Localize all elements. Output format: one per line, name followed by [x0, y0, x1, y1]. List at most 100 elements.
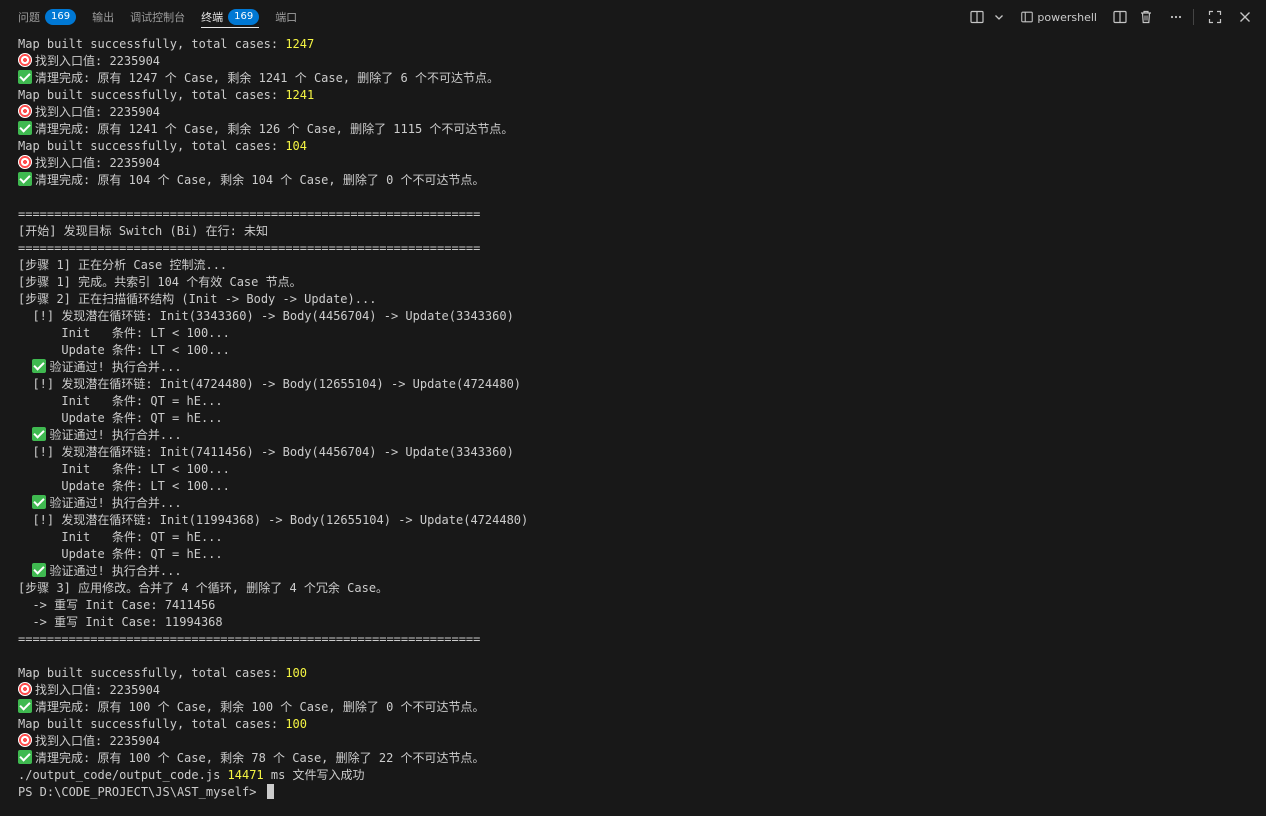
terminal-line: -> 重写 Init Case: 7411456: [18, 597, 1248, 614]
trash-icon[interactable]: [1135, 6, 1157, 28]
panel-tab-bar: 问题 169 输出 调试控制台 终端 169 端口 powershell: [0, 0, 1266, 34]
terminal-line: 清理完成: 原有 104 个 Case, 剩余 104 个 Case, 删除了 …: [18, 172, 1248, 189]
terminal-text: [步骤 1] 完成。共索引 104 个有效 Case 节点。: [18, 275, 302, 289]
terminal-line: -> 重写 Init Case: 11994368: [18, 614, 1248, 631]
terminal-text: [!] 发现潜在循环链: Init(3343360) -> Body(44567…: [18, 309, 514, 323]
terminal-text: [!] 发现潜在循环链: Init(11994368) -> Body(1265…: [18, 513, 529, 527]
terminal-text: Map built successfully, total cases:: [18, 139, 286, 153]
shell-label: powershell: [1037, 10, 1097, 24]
terminal-line: Update 条件: QT = hE...: [18, 410, 1248, 427]
tab-3[interactable]: 终端 169: [193, 0, 267, 34]
tab-0[interactable]: 问题 169: [10, 0, 84, 34]
terminal-line: Map built successfully, total cases: 100: [18, 665, 1248, 682]
terminal-line: Map built successfully, total cases: 124…: [18, 36, 1248, 53]
terminal-line: ========================================…: [18, 631, 1248, 648]
terminal-line: 找到入口值: 2235904: [18, 53, 1248, 70]
terminal-line: 验证通过! 执行合并...: [18, 563, 1248, 580]
terminal-text: Init 条件: QT = hE...: [18, 530, 223, 544]
terminal-text: ========================================…: [18, 241, 481, 255]
terminal-line: 找到入口值: 2235904: [18, 104, 1248, 121]
terminal-text: 验证通过! 执行合并...: [49, 428, 182, 442]
target-icon: [18, 104, 32, 118]
terminal-text: 找到入口值: 2235904: [35, 105, 161, 119]
terminal-text: [步骤 1] 正在分析 Case 控制流...: [18, 258, 228, 272]
target-icon: [18, 53, 32, 67]
terminal-line: 找到入口值: 2235904: [18, 155, 1248, 172]
highlighted-number: 100: [285, 666, 307, 680]
terminal-text: ms 文件写入成功: [263, 768, 365, 782]
highlighted-number: 1241: [285, 88, 315, 102]
terminal-line: Init 条件: LT < 100...: [18, 461, 1248, 478]
terminal-line: [!] 发现潜在循环链: Init(11994368) -> Body(1265…: [18, 512, 1248, 529]
terminal-line: 找到入口值: 2235904: [18, 733, 1248, 750]
terminal-text: 找到入口值: 2235904: [35, 54, 161, 68]
terminal-text: Update 条件: LT < 100...: [18, 479, 230, 493]
tab-2[interactable]: 调试控制台: [122, 0, 193, 34]
terminal-line: ========================================…: [18, 240, 1248, 257]
terminal-text: [步骤 2] 正在扫描循环结构 (Init -> Body -> Update)…: [18, 292, 377, 306]
terminal-line: [步骤 3] 应用修改。合并了 4 个循环, 删除了 4 个冗余 Case。: [18, 580, 1248, 597]
check-mark-icon: [18, 70, 32, 84]
highlighted-number: 1247: [285, 37, 315, 51]
terminal-text: 找到入口值: 2235904: [35, 734, 161, 748]
tab-label: 终端: [201, 11, 224, 24]
count-badge: 169: [228, 9, 260, 25]
split-layout-icon[interactable]: [966, 6, 988, 28]
check-mark-icon: [32, 359, 47, 373]
terminal-text: 找到入口值: 2235904: [35, 156, 161, 170]
check-mark-icon: [32, 563, 47, 577]
split-icon[interactable]: [1109, 6, 1131, 28]
terminal-text: Update 条件: QT = hE...: [18, 411, 223, 425]
terminal-line: Init 条件: QT = hE...: [18, 393, 1248, 410]
terminal-line: [开始] 发现目标 Switch (Bi) 在行: 未知: [18, 223, 1248, 240]
terminal-text: 找到入口值: 2235904: [35, 683, 161, 697]
terminal-line: Map built successfully, total cases: 100: [18, 716, 1248, 733]
terminal-line: Update 条件: QT = hE...: [18, 546, 1248, 563]
maximize-icon[interactable]: [1204, 6, 1226, 28]
terminal-text: [开始] 发现目标 Switch (Bi) 在行: 未知: [18, 224, 269, 238]
shell-selector[interactable]: powershell: [1020, 6, 1097, 28]
terminal-line: 找到入口值: 2235904: [18, 682, 1248, 699]
terminal-text: [!] 发现潜在循环链: Init(7411456) -> Body(44567…: [18, 445, 514, 459]
terminal-text: 清理完成: 原有 1247 个 Case, 剩余 1241 个 Case, 删除…: [35, 71, 499, 85]
terminal-line: 验证通过! 执行合并...: [18, 359, 1248, 376]
terminal-text: Map built successfully, total cases:: [18, 666, 286, 680]
terminal-line: 清理完成: 原有 100 个 Case, 剩余 78 个 Case, 删除了 2…: [18, 750, 1248, 767]
terminal-text: Init 条件: LT < 100...: [18, 462, 230, 476]
terminal-text: ========================================…: [18, 632, 481, 646]
terminal-line: [!] 发现潜在循环链: Init(4724480) -> Body(12655…: [18, 376, 1248, 393]
check-mark-icon: [18, 121, 32, 135]
terminal-toolbar: powershell: [962, 0, 1256, 34]
highlighted-number: 104: [285, 139, 307, 153]
terminal-line: Map built successfully, total cases: 104: [18, 138, 1248, 155]
highlighted-number: 100: [285, 717, 307, 731]
chevron-down-icon[interactable]: [988, 6, 1010, 28]
tab-1[interactable]: 输出: [84, 0, 122, 34]
terminal-text: Update 条件: QT = hE...: [18, 547, 223, 561]
terminal-line: PS D:\CODE_PROJECT\JS\AST_myself>: [18, 784, 1248, 801]
check-mark-icon: [32, 495, 47, 509]
toolbar-divider: [1193, 9, 1194, 25]
terminal-output[interactable]: Map built successfully, total cases: 124…: [18, 36, 1248, 806]
terminal-line: ========================================…: [18, 206, 1248, 223]
target-icon: [18, 682, 32, 696]
terminal-text: 验证通过! 执行合并...: [49, 360, 182, 374]
terminal-line: 验证通过! 执行合并...: [18, 427, 1248, 444]
ellipsis-icon[interactable]: [1165, 6, 1187, 28]
terminal-text: -> 重写 Init Case: 7411456: [18, 598, 216, 612]
terminal-line: 验证通过! 执行合并...: [18, 495, 1248, 512]
tab-4[interactable]: 端口: [267, 0, 305, 34]
check-mark-icon: [18, 699, 32, 713]
terminal-text: 清理完成: 原有 104 个 Case, 剩余 104 个 Case, 删除了 …: [35, 173, 485, 187]
terminal-line: 清理完成: 原有 100 个 Case, 剩余 100 个 Case, 删除了 …: [18, 699, 1248, 716]
terminal-text: -> 重写 Init Case: 11994368: [18, 615, 223, 629]
terminal-line: Init 条件: QT = hE...: [18, 529, 1248, 546]
terminal-text: 清理完成: 原有 100 个 Case, 剩余 78 个 Case, 删除了 2…: [35, 751, 485, 765]
close-icon[interactable]: [1234, 6, 1256, 28]
terminal-line: [步骤 1] 正在分析 Case 控制流...: [18, 257, 1248, 274]
